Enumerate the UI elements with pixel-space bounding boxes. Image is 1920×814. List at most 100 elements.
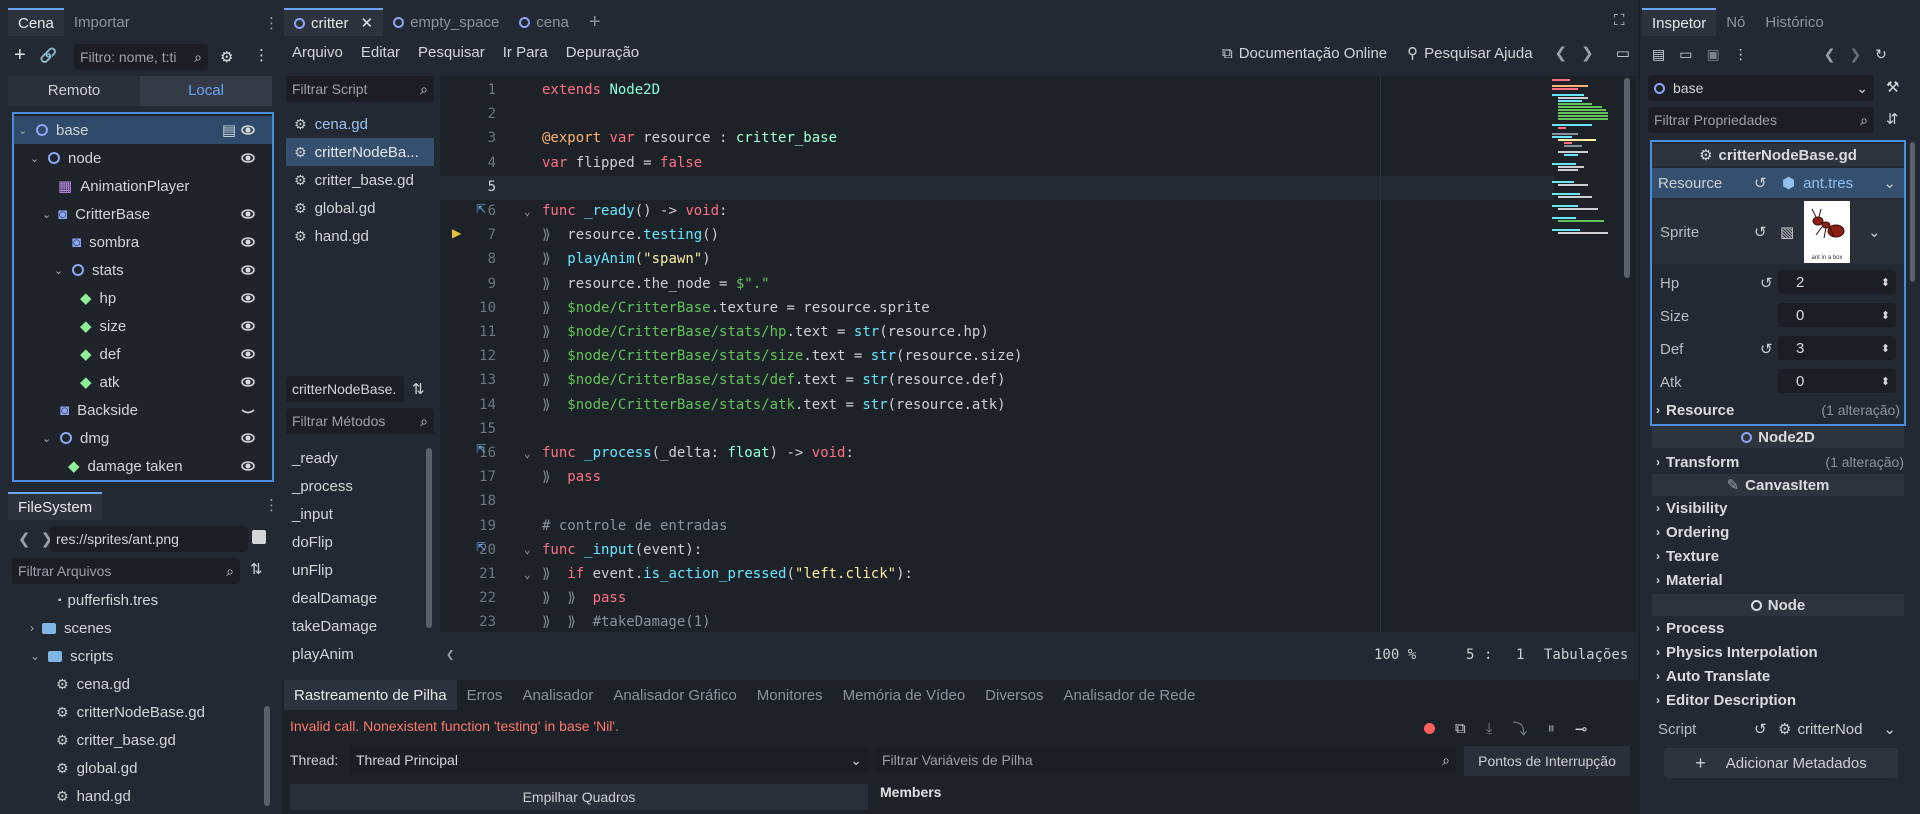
object-select[interactable]: base ⌄ [1648,75,1874,101]
script-extend-icon[interactable]: ⚙ [220,48,233,66]
group-visibility[interactable]: › Visibility [1656,496,1727,520]
tab-visual-profiler[interactable]: Analisador Gráfico [603,680,746,710]
tab-network-profiler[interactable]: Analisador de Rede [1054,680,1206,710]
script-item[interactable]: ⚙ critter_base.gd [286,166,434,194]
continue-icon[interactable]: ⊸ [1575,720,1588,738]
history-forward-icon[interactable]: ❯ [1849,46,1861,63]
stepper-icon[interactable]: ⬍ [1881,309,1890,322]
menu-arquivo[interactable]: Arquivo [292,44,343,61]
tab-stack-trace[interactable]: Rastreamento de Pilha [284,680,457,710]
size-spinbox[interactable]: 0 ⬍ [1778,303,1896,327]
prev-script-icon[interactable]: ❮ [1555,44,1568,62]
hp-spinbox[interactable]: 2 ⬍ [1778,270,1896,294]
script-item[interactable]: ⚙ hand.gd [286,222,434,250]
tab-import[interactable]: Importar [64,8,140,36]
file-item[interactable]: ⚙ critter_base.gd [12,726,262,754]
pause-icon[interactable]: ⏸ [1547,720,1555,737]
file-item[interactable]: ⚙ critterNodeBase.gd [12,698,262,726]
tab-errors[interactable]: Erros [457,680,513,710]
file-tree[interactable]: ▪ pufferfish.tres › scenes ⌄ scripts ⚙ c… [12,586,262,814]
collapse-panel-icon[interactable]: ❮ [446,647,454,663]
dock-menu-icon[interactable]: ⋮ [264,14,279,32]
scene-filter-input[interactable]: Filtro: nome, t:ti ⌕ [74,44,208,70]
stack-vars-filter[interactable]: Filtrar Variáveis de Pilha ⌕ [876,747,1456,773]
script-row[interactable]: Script ↺ ⚙ critterNod ⌄ [1652,714,1904,744]
copy-icon[interactable]: ⧉ [1455,720,1466,737]
tab-inspector[interactable]: Inspetor [1642,8,1717,36]
method-item[interactable]: playAnim [286,640,426,668]
online-docs-button[interactable]: Documentação Online [1239,45,1387,62]
local-tab[interactable]: Local [140,76,272,106]
fs-scrollbar[interactable] [264,706,270,806]
method-item[interactable]: unFlip [286,556,426,584]
method-item[interactable]: dealDamage [286,584,426,612]
editor-tab-cena[interactable]: cena [509,8,579,36]
sprite-row[interactable]: Sprite ↺ ▧ ant in a box ⌄ [1652,200,1904,264]
file-item[interactable]: ⚙ hand.gd [12,782,262,810]
close-icon[interactable]: ✕ [361,14,374,32]
script-section-header[interactable]: ⚙ critterNodeBase.gd [1652,144,1904,166]
method-item[interactable]: _process [286,472,426,500]
scene-tree[interactable]: ⌄ base ▤ ⌄ node ▦ AnimationPlayer ⌄ ◙ Cr… [12,112,274,482]
method-item[interactable]: _input [286,500,426,528]
stepper-icon[interactable]: ⬍ [1881,375,1890,388]
tools-icon[interactable]: ⚒ [1886,78,1899,96]
script-filter-input[interactable]: Filtrar Script ⌕ [286,76,434,102]
back-icon[interactable]: ❮ [18,530,31,548]
step-over-icon[interactable]: ⤵ [1512,718,1527,739]
editor-tab-empty-space[interactable]: empty_space [383,8,509,36]
tab-profiler[interactable]: Analisador [512,680,603,710]
fold-icon[interactable]: ⌄ [524,447,531,460]
group-process[interactable]: › Process [1656,616,1724,640]
connection-icon[interactable]: ⇱ [476,540,486,554]
script-item[interactable]: ⚙ global.gd [286,194,434,222]
add-node-icon[interactable]: + [14,44,26,67]
resource-row[interactable]: Resource ↺ ⬢ ant.tres ⌄ [1652,168,1904,198]
tab-filesystem[interactable]: FileSystem [8,492,103,520]
group-ordering[interactable]: › Ordering [1656,520,1729,544]
record-icon[interactable] [1424,723,1435,734]
method-item[interactable]: _ready [286,444,426,472]
thread-select[interactable]: Thread Principal ⌄ [350,747,868,773]
method-item[interactable]: doFlip [286,528,426,556]
history-back-icon[interactable]: ❮ [1824,46,1836,63]
more-icon[interactable]: ⋮ [1734,46,1748,63]
tab-history[interactable]: Histórico [1755,8,1833,36]
step-into-icon[interactable]: ⤓ [1486,720,1493,737]
editor-tab-critter[interactable]: critter ✕ [284,8,384,36]
panel-toggle-icon[interactable]: ▭ [1616,44,1630,62]
property-filter-input[interactable]: Filtrar Propriedades ⌕ [1648,107,1874,133]
methods-filter-input[interactable]: Filtrar Métodos ⌕ [286,408,434,434]
new-tab-button[interactable]: + [579,8,611,36]
fold-icon[interactable]: ⌄ [524,205,531,218]
new-resource-icon[interactable]: ▤ [1652,46,1665,63]
indent-mode[interactable]: Tabulações [1544,647,1628,663]
visibility-icons[interactable] [14,114,272,480]
open-folder-icon[interactable]: ▭ [1679,46,1692,63]
script-list[interactable]: ⚙ cena.gd ⚙ critterNodeBa... ⚙ critter_base… [286,108,434,368]
tab-misc[interactable]: Diversos [975,680,1053,710]
menu-ir-para[interactable]: Ir Para [503,44,548,61]
revert-icon[interactable]: ↺ [1754,223,1780,241]
connection-icon[interactable]: ⇱ [476,442,486,456]
group-transform[interactable]: › Transform (1 alteração) [1656,450,1904,474]
menu-pesquisar[interactable]: Pesquisar [418,44,485,61]
scene-menu-icon[interactable]: ⋮ [254,46,269,64]
stepper-icon[interactable]: ⬍ [1881,276,1890,289]
tab-node[interactable]: Nó [1716,8,1755,36]
script-item[interactable]: ⚙ critterNodeBa... [286,138,434,166]
search-help-button[interactable]: Pesquisar Ajuda [1424,45,1532,62]
save-icon[interactable]: ▣ [1706,46,1719,63]
menu-depuracao[interactable]: Depuração [566,44,639,61]
connection-icon[interactable]: ⇱ [476,202,486,216]
tab-scene[interactable]: Cena [8,8,64,36]
group-material[interactable]: › Material [1656,568,1723,592]
stepper-icon[interactable]: ⬍ [1881,342,1890,355]
chevron-down-icon[interactable]: ⌄ [1868,223,1881,241]
chevron-down-icon[interactable]: ⌄ [1883,174,1896,192]
group-physics-interpolation[interactable]: › Physics Interpolation [1656,640,1818,664]
method-item[interactable]: takeDamage [286,612,426,640]
link-icon[interactable]: 🔗 [40,47,57,64]
sort-methods-icon[interactable]: ⇅ [412,380,425,398]
group-editor-description[interactable]: › Editor Description [1656,688,1796,712]
